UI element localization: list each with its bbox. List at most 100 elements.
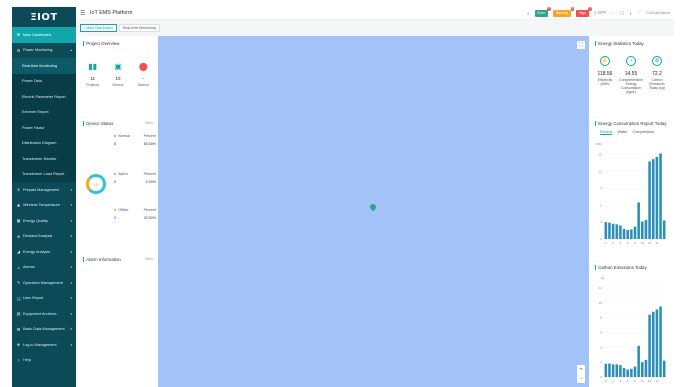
alarm-information-more-link[interactable]: Other xyxy=(145,257,153,261)
chart-bar[interactable] xyxy=(622,228,626,239)
sidebar-item-transformer-monitor[interactable]: Transformer Monitor xyxy=(12,151,76,167)
tab-comprehensive[interactable]: Comprehens xyxy=(632,130,654,135)
chart-bar[interactable] xyxy=(633,226,637,239)
sidebar-item-power-monitoring[interactable]: ⚙ Power Monitoring ▴ xyxy=(12,43,76,59)
sidebar-item-extreme-report[interactable]: Extreme Report xyxy=(12,104,76,120)
device-status-title: Device Status xyxy=(86,120,114,126)
y-tick-label: 12 xyxy=(599,170,603,174)
tab-electric[interactable]: Electric xyxy=(600,130,613,135)
chart-bar[interactable] xyxy=(644,359,648,377)
chevron-icon: ▾ xyxy=(70,265,72,270)
alarm-high-badge[interactable]: High 0 xyxy=(576,6,592,17)
sidebar-item-demand-analysis[interactable]: ⊕ Demand Analysis ▾ xyxy=(12,229,76,245)
chevron-icon: ▾ xyxy=(70,234,72,239)
alarm-error-badge[interactable]: Error 0 xyxy=(534,6,551,17)
sidebar-item-real-time-monitoring[interactable]: Real-time Monitoring xyxy=(12,58,76,74)
chart-bar[interactable] xyxy=(604,222,608,239)
chart-bar[interactable] xyxy=(655,309,659,377)
chart-bar[interactable] xyxy=(641,362,644,377)
chart-bar[interactable] xyxy=(622,368,626,377)
zoom-out-button[interactable]: − xyxy=(577,374,585,383)
chart-bar[interactable] xyxy=(662,360,666,377)
electricity-icon: ⚡ xyxy=(600,56,610,66)
sidebar-item-log-in-management[interactable]: ⎈ Log in Management ▾ xyxy=(12,337,76,353)
chart-bar[interactable] xyxy=(611,223,615,239)
app-download-icon[interactable]: ▯ APP xyxy=(594,10,607,16)
y-tick-label: 2 xyxy=(600,360,602,364)
map-fullscreen-icon[interactable]: ⛶ xyxy=(577,41,585,49)
chart-bar[interactable] xyxy=(633,366,637,377)
sidebar-item-label: Equipment Archives xyxy=(23,311,57,316)
chart-bar[interactable] xyxy=(611,364,615,377)
alarm-warning-badge[interactable]: Warning 1 xyxy=(552,6,574,17)
chart-bar[interactable] xyxy=(662,220,666,239)
sidebar-item-energy-quality[interactable]: ▦ Energy Quality ▾ xyxy=(12,213,76,229)
grid-icon[interactable]: ⁘ xyxy=(611,10,615,16)
chart-bar[interactable] xyxy=(615,364,619,377)
fullscreen-icon[interactable]: ▢ xyxy=(620,10,624,16)
chart-bar[interactable] xyxy=(626,230,629,239)
tab-real-time-monitoring[interactable]: Real-time Monitoring xyxy=(118,24,160,32)
sidebar-item-main-dashboard[interactable]: ⊞ Main Dashboard xyxy=(12,27,76,43)
chart-bar[interactable] xyxy=(630,368,633,377)
sidebar-item-label: Alarms xyxy=(23,265,35,270)
device-status-more-link[interactable]: Other xyxy=(145,121,153,125)
chart-bar[interactable] xyxy=(659,153,662,240)
sidebar-item-prepaid-management[interactable]: $ Prepaid Management ▾ xyxy=(12,182,76,198)
chart-bar[interactable] xyxy=(604,363,608,377)
sidebar-item-distribution-diagram[interactable]: Distribution Diagram xyxy=(12,135,76,151)
chart-bar[interactable] xyxy=(608,363,611,377)
project-map[interactable]: ⛶ + − xyxy=(158,36,589,387)
sidebar-item-equipment-archives[interactable]: ▤ Equipment Archives ▾ xyxy=(12,306,76,322)
tab-main-dashboard[interactable]: • Main Dashboard xyxy=(80,24,117,32)
chart-bar[interactable] xyxy=(648,314,651,377)
sidebar-item-power-factor[interactable]: Power Factor xyxy=(12,120,76,136)
chart-bar[interactable] xyxy=(659,306,662,377)
zoom-in-button[interactable]: + xyxy=(577,365,585,374)
overview-projects[interactable]: ▮▮ 11 Projects xyxy=(81,62,105,87)
y-tick-label: 0 xyxy=(600,237,602,241)
overview-alarms[interactable]: ⬤ -- Alarms xyxy=(131,62,155,87)
chart-bar[interactable] xyxy=(641,221,644,239)
chart-bar[interactable] xyxy=(651,311,655,377)
device-status-offline: Offline Percent 2 20.00% xyxy=(114,208,156,220)
chevron-icon: ▾ xyxy=(70,218,72,223)
search-icon[interactable]: ⌕ xyxy=(527,11,530,16)
user-avatar-icon[interactable]: ♡ xyxy=(637,10,641,16)
sidebar-item-user-report[interactable]: ❑ User Report ▾ xyxy=(12,291,76,307)
sidebar-item-basic-data-management[interactable]: ⌘ Basic Data Management ▾ xyxy=(12,322,76,338)
sidebar-item-transformer-load-report[interactable]: Transformer Load Report xyxy=(12,166,76,182)
chart-bar[interactable] xyxy=(637,345,640,377)
alarm-information-card: Alarm Information Other xyxy=(80,254,156,387)
sidebar-item-help[interactable]: ? Help xyxy=(12,353,76,369)
sidebar-item-electric-parameter-report[interactable]: Electric Parameter Report xyxy=(12,89,76,105)
brand-logo: ΞIOT xyxy=(30,11,58,23)
sidebar-item-power-data[interactable]: Power Data xyxy=(12,73,76,89)
chart-bar[interactable] xyxy=(630,229,633,239)
sidebar-item-operation-management[interactable]: ✎ Operation Management ▾ xyxy=(12,275,76,291)
user-name[interactable]: ChChamVieuw xyxy=(646,11,670,15)
x-tick-label: 0 xyxy=(605,241,607,245)
sidebar-item-wireless-temperature[interactable]: ✱ Wireless Temperature ▾ xyxy=(12,198,76,214)
map-location-marker[interactable] xyxy=(368,202,378,212)
chart-bar[interactable] xyxy=(644,219,648,239)
chart-bar[interactable] xyxy=(615,224,619,239)
sidebar-item-label: Prepaid Management xyxy=(23,187,60,192)
device-status-alarm: Alarm Percent 0 0.00% xyxy=(114,172,156,184)
menu-toggle-icon[interactable]: ☰ xyxy=(80,10,88,17)
chart-bar[interactable] xyxy=(648,161,651,239)
sidebar-item-energy-analysis[interactable]: ◢ Energy Analysis ▾ xyxy=(12,244,76,260)
overview-meters[interactable]: ▣ 10 Meters xyxy=(106,62,130,87)
chart-bar[interactable] xyxy=(626,369,629,377)
device-status-normal: Normal Percent 8 80.00% xyxy=(114,134,156,146)
chart-bar[interactable] xyxy=(619,225,622,240)
chart-bar[interactable] xyxy=(655,156,659,239)
chart-bar[interactable] xyxy=(608,222,611,239)
sidebar-item-alarms[interactable]: ♫ Alarms ▾ xyxy=(12,260,76,276)
chart-bar[interactable] xyxy=(651,159,655,239)
language-icon[interactable]: ◐ xyxy=(629,11,632,16)
chart-bar[interactable] xyxy=(637,202,640,239)
tab-water[interactable]: Water xyxy=(617,130,627,135)
chart-bar[interactable] xyxy=(619,365,622,377)
alarm-high-count: 0 xyxy=(588,6,592,11)
